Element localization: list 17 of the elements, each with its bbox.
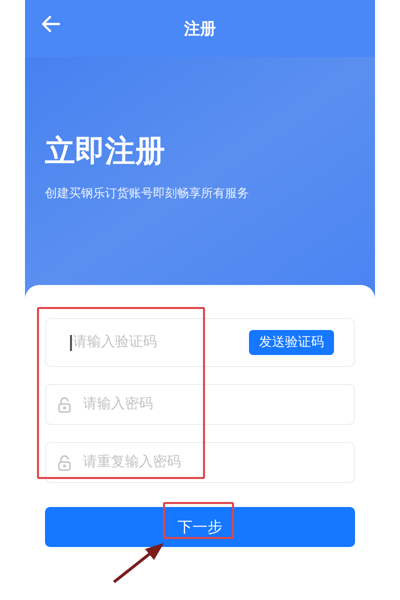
text-field[interactable]: 请输入密码 <box>45 384 355 425</box>
input-field[interactable]: 请输入密码 <box>83 394 342 415</box>
pointer-arrow-icon <box>112 540 166 584</box>
lock-icon <box>58 454 71 470</box>
text-field[interactable]: 请重复输入密码 <box>45 442 355 483</box>
lock-icon <box>58 396 71 412</box>
text-field[interactable]: 请输入验证码 发送验证码 <box>45 318 355 367</box>
text-cursor <box>70 334 72 350</box>
page-title: 注册 <box>184 18 216 40</box>
hero-subtitle: 创建买钢乐订货账号即刻畅享所有服务 <box>45 185 249 202</box>
next-button[interactable]: 下一步 <box>45 507 355 547</box>
hero-title: 立即注册 <box>45 133 165 171</box>
send-code-button[interactable]: 发送验证码 <box>249 330 334 355</box>
input-field[interactable]: 请输入验证码 <box>73 332 249 353</box>
back-arrow-icon[interactable] <box>42 16 60 32</box>
input-field[interactable]: 请重复输入密码 <box>83 452 342 473</box>
highlight-frame <box>163 502 234 539</box>
